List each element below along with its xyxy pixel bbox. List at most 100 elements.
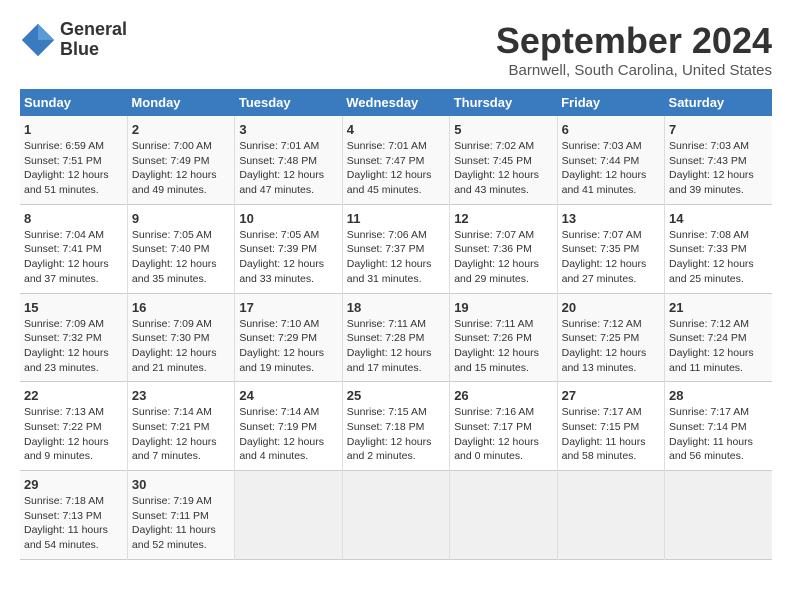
day-number: 12: [454, 211, 552, 226]
day-info: Sunrise: 7:08 AMSunset: 7:33 PMDaylight:…: [669, 228, 768, 287]
day-number: 15: [24, 300, 123, 315]
calendar-cell: 20Sunrise: 7:12 AMSunset: 7:25 PMDayligh…: [557, 293, 664, 382]
calendar-row: 8 Sunrise: 7:04 AMSunset: 7:41 PMDaylight…: [20, 204, 772, 293]
day-info: Sunrise: 7:05 AMSunset: 7:40 PMDaylight:…: [132, 228, 230, 287]
day-info: Sunrise: 7:01 AMSunset: 7:48 PMDaylight:…: [239, 139, 337, 198]
day-number: 18: [347, 300, 445, 315]
calendar-cell: 21Sunrise: 7:12 AMSunset: 7:24 PMDayligh…: [665, 293, 772, 382]
calendar-header: SundayMondayTuesdayWednesdayThursdayFrid…: [20, 89, 772, 116]
day-number: 26: [454, 388, 552, 403]
day-info: Sunrise: 7:02 AMSunset: 7:45 PMDaylight:…: [454, 139, 552, 198]
day-info: Sunrise: 7:07 AMSunset: 7:35 PMDaylight:…: [562, 228, 660, 287]
calendar-cell: 14 Sunrise: 7:08 AMSunset: 7:33 PMDayligh…: [665, 204, 772, 293]
logo-text: General Blue: [60, 20, 127, 60]
day-info: Sunrise: 7:19 AMSunset: 7:11 PMDaylight:…: [132, 494, 230, 553]
day-number: 29: [24, 477, 123, 492]
day-info: Sunrise: 6:59 AMSunset: 7:51 PMDaylight:…: [24, 139, 123, 198]
calendar-cell: 13 Sunrise: 7:07 AMSunset: 7:35 PMDayligh…: [557, 204, 664, 293]
day-of-week-header: Wednesday: [342, 89, 449, 116]
calendar-cell: 19 Sunrise: 7:11 AMSunset: 7:26 PMDayligh…: [450, 293, 557, 382]
day-number: 23: [132, 388, 230, 403]
day-info: Sunrise: 7:06 AMSunset: 7:37 PMDaylight:…: [347, 228, 445, 287]
calendar-cell: 15 Sunrise: 7:09 AMSunset: 7:32 PMDayligh…: [20, 293, 127, 382]
day-number: 25: [347, 388, 445, 403]
calendar-cell: [342, 471, 449, 560]
day-number: 28: [669, 388, 768, 403]
calendar-cell: 2Sunrise: 7:00 AMSunset: 7:49 PMDaylight…: [127, 116, 234, 204]
day-info: Sunrise: 7:14 AMSunset: 7:21 PMDaylight:…: [132, 405, 230, 464]
day-number: 5: [454, 122, 552, 137]
day-number: 6: [562, 122, 660, 137]
day-info: Sunrise: 7:15 AMSunset: 7:18 PMDaylight:…: [347, 405, 445, 464]
header-row: SundayMondayTuesdayWednesdayThursdayFrid…: [20, 89, 772, 116]
calendar-cell: 10Sunrise: 7:05 AMSunset: 7:39 PMDayligh…: [235, 204, 342, 293]
location: Barnwell, South Carolina, United States: [496, 62, 772, 79]
day-number: 16: [132, 300, 230, 315]
calendar-cell: 17Sunrise: 7:10 AMSunset: 7:29 PMDayligh…: [235, 293, 342, 382]
calendar-cell: 12Sunrise: 7:07 AMSunset: 7:36 PMDayligh…: [450, 204, 557, 293]
logo-icon: [20, 22, 56, 58]
calendar-cell: 18 Sunrise: 7:11 AMSunset: 7:28 PMDayligh…: [342, 293, 449, 382]
calendar-cell: 25 Sunrise: 7:15 AMSunset: 7:18 PMDayligh…: [342, 382, 449, 471]
calendar-cell: 28 Sunrise: 7:17 AMSunset: 7:14 PMDayligh…: [665, 382, 772, 471]
day-number: 10: [239, 211, 337, 226]
calendar-cell: 3Sunrise: 7:01 AMSunset: 7:48 PMDaylight…: [235, 116, 342, 204]
calendar-cell: 29 Sunrise: 7:18 AMSunset: 7:13 PMDayligh…: [20, 471, 127, 560]
page-header: General Blue September 2024 Barnwell, So…: [20, 20, 772, 79]
day-number: 24: [239, 388, 337, 403]
calendar-cell: 23 Sunrise: 7:14 AMSunset: 7:21 PMDayligh…: [127, 382, 234, 471]
calendar-cell: 27 Sunrise: 7:17 AMSunset: 7:15 PMDayligh…: [557, 382, 664, 471]
calendar-cell: 8 Sunrise: 7:04 AMSunset: 7:41 PMDaylight…: [20, 204, 127, 293]
day-number: 20: [562, 300, 660, 315]
day-number: 9: [132, 211, 230, 226]
day-number: 30: [132, 477, 230, 492]
day-number: 13: [562, 211, 660, 226]
day-info: Sunrise: 7:17 AMSunset: 7:15 PMDaylight:…: [562, 405, 660, 464]
day-info: Sunrise: 7:03 AMSunset: 7:44 PMDaylight:…: [562, 139, 660, 198]
calendar-cell: 9 Sunrise: 7:05 AMSunset: 7:40 PMDaylight…: [127, 204, 234, 293]
day-info: Sunrise: 7:09 AMSunset: 7:32 PMDaylight:…: [24, 317, 123, 376]
title-block: September 2024 Barnwell, South Carolina,…: [496, 20, 772, 79]
day-info: Sunrise: 7:11 AMSunset: 7:26 PMDaylight:…: [454, 317, 552, 376]
calendar-cell: 7 Sunrise: 7:03 AMSunset: 7:43 PMDaylight…: [665, 116, 772, 204]
day-info: Sunrise: 7:00 AMSunset: 7:49 PMDaylight:…: [132, 139, 230, 198]
calendar-cell: 4 Sunrise: 7:01 AMSunset: 7:47 PMDaylight…: [342, 116, 449, 204]
day-of-week-header: Friday: [557, 89, 664, 116]
calendar-row: 1 Sunrise: 6:59 AMSunset: 7:51 PMDaylight…: [20, 116, 772, 204]
day-of-week-header: Sunday: [20, 89, 127, 116]
calendar-cell: 5 Sunrise: 7:02 AMSunset: 7:45 PMDaylight…: [450, 116, 557, 204]
day-number: 14: [669, 211, 768, 226]
calendar-cell: 1 Sunrise: 6:59 AMSunset: 7:51 PMDaylight…: [20, 116, 127, 204]
day-number: 19: [454, 300, 552, 315]
day-of-week-header: Monday: [127, 89, 234, 116]
calendar-cell: 24 Sunrise: 7:14 AMSunset: 7:19 PMDayligh…: [235, 382, 342, 471]
calendar-table: SundayMondayTuesdayWednesdayThursdayFrid…: [20, 89, 772, 560]
calendar-cell: 6 Sunrise: 7:03 AMSunset: 7:44 PMDaylight…: [557, 116, 664, 204]
day-info: Sunrise: 7:03 AMSunset: 7:43 PMDaylight:…: [669, 139, 768, 198]
calendar-row: 29 Sunrise: 7:18 AMSunset: 7:13 PMDayligh…: [20, 471, 772, 560]
day-of-week-header: Tuesday: [235, 89, 342, 116]
day-info: Sunrise: 7:14 AMSunset: 7:19 PMDaylight:…: [239, 405, 337, 464]
day-info: Sunrise: 7:18 AMSunset: 7:13 PMDaylight:…: [24, 494, 123, 553]
calendar-cell: [665, 471, 772, 560]
day-number: 8: [24, 211, 123, 226]
day-number: 27: [562, 388, 660, 403]
day-info: Sunrise: 7:01 AMSunset: 7:47 PMDaylight:…: [347, 139, 445, 198]
day-info: Sunrise: 7:04 AMSunset: 7:41 PMDaylight:…: [24, 228, 123, 287]
day-info: Sunrise: 7:16 AMSunset: 7:17 PMDaylight:…: [454, 405, 552, 464]
day-number: 7: [669, 122, 768, 137]
day-number: 1: [24, 122, 123, 137]
day-info: Sunrise: 7:09 AMSunset: 7:30 PMDaylight:…: [132, 317, 230, 376]
day-number: 21: [669, 300, 768, 315]
day-of-week-header: Saturday: [665, 89, 772, 116]
day-info: Sunrise: 7:11 AMSunset: 7:28 PMDaylight:…: [347, 317, 445, 376]
calendar-cell: 22Sunrise: 7:13 AMSunset: 7:22 PMDayligh…: [20, 382, 127, 471]
day-info: Sunrise: 7:10 AMSunset: 7:29 PMDaylight:…: [239, 317, 337, 376]
day-number: 4: [347, 122, 445, 137]
calendar-cell: 30 Sunrise: 7:19 AMSunset: 7:11 PMDayligh…: [127, 471, 234, 560]
day-info: Sunrise: 7:17 AMSunset: 7:14 PMDaylight:…: [669, 405, 768, 464]
calendar-cell: [450, 471, 557, 560]
calendar-cell: 26 Sunrise: 7:16 AMSunset: 7:17 PMDayligh…: [450, 382, 557, 471]
calendar-cell: [235, 471, 342, 560]
calendar-cell: 11Sunrise: 7:06 AMSunset: 7:37 PMDayligh…: [342, 204, 449, 293]
